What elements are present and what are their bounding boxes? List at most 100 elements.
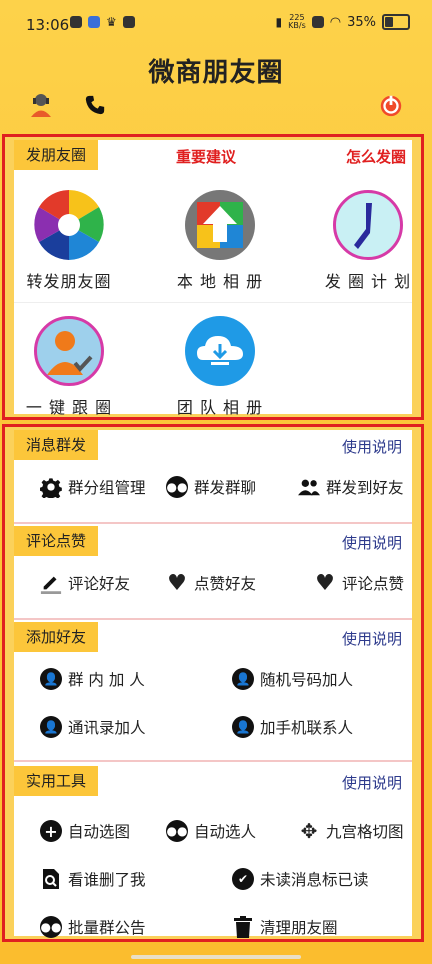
divider — [14, 522, 412, 524]
team-album-label: 团 队 相 册 — [176, 398, 264, 417]
mark-read-label: 未读消息标已读 — [260, 871, 369, 889]
comment-like-button[interactable]: ♥ 评论点赞 — [314, 570, 405, 596]
sim-icon — [311, 16, 324, 28]
net-speed-unit: KB/s — [288, 21, 306, 30]
move-arrows-icon: ✥ — [300, 819, 318, 843]
comments-help-link[interactable]: 使用说明 — [342, 532, 402, 553]
who-deleted-me-label: 看谁删了我 — [68, 871, 146, 889]
add-from-group-button[interactable]: 👤 群 内 加 人 — [40, 668, 145, 690]
notification-icons: ♛ — [70, 16, 135, 28]
app-notification-icon — [122, 16, 135, 28]
random-number-add-label: 随机号码加人 — [260, 671, 354, 689]
add-from-group-label: 群 内 加 人 — [68, 671, 145, 689]
mark-read-button[interactable]: ✔ 未读消息标已读 — [232, 868, 369, 890]
auto-select-image-button[interactable]: + 自动选图 — [40, 820, 130, 842]
clean-moments-button[interactable]: 清理朋友圈 — [232, 916, 338, 938]
add-from-contacts-label: 通讯录加人 — [68, 719, 146, 737]
section-tag-messaging: 消息群发 — [14, 430, 99, 460]
divider — [14, 302, 412, 303]
auto-select-people-button[interactable]: ●● 自动选人 — [166, 820, 256, 842]
people-circle-icon: ●● — [166, 820, 188, 842]
one-click-follow-label: 一 键 跟 圈 — [25, 398, 113, 417]
how-to-post-link[interactable]: 怎么发圈 — [346, 146, 406, 167]
auto-select-people-label: 自动选人 — [194, 823, 257, 841]
group-chat-broadcast-label: 群发群聊 — [194, 479, 257, 497]
who-deleted-me-button[interactable]: 看谁删了我 — [40, 868, 146, 890]
page-title: 微商朋友圈 — [148, 58, 284, 88]
one-click-follow-button[interactable]: 一 键 跟 圈 — [9, 316, 129, 418]
section-tag-tools: 实用工具 — [14, 766, 99, 796]
clock-icon — [333, 190, 403, 260]
status-time: 13:06 — [26, 16, 70, 34]
team-album-button[interactable]: 团 队 相 册 — [160, 316, 280, 418]
important-advice-link[interactable]: 重要建议 — [176, 146, 236, 167]
doc-search-icon — [40, 868, 62, 890]
auto-select-image-label: 自动选图 — [68, 823, 131, 841]
post-plan-label: 发 圈 计 划 — [324, 272, 412, 291]
power-icon[interactable] — [378, 92, 404, 118]
post-plan-button[interactable]: 发 圈 计 划 — [308, 190, 428, 292]
pencil-icon — [40, 572, 62, 594]
plus-circle-icon: + — [40, 820, 62, 842]
tools-help-link[interactable]: 使用说明 — [342, 772, 402, 793]
home-indicator[interactable] — [131, 955, 301, 959]
divider — [14, 760, 412, 762]
app-notification-icon — [70, 16, 82, 28]
user-check-icon — [34, 316, 104, 386]
comment-friends-button[interactable]: 评论好友 — [40, 572, 130, 594]
cloud-download-icon — [185, 316, 255, 386]
section-tag-comments: 评论点赞 — [14, 526, 99, 556]
user-circle-icon: 👤 — [232, 668, 254, 690]
nine-grid-cut-label: 九宫格切图 — [326, 823, 404, 841]
nine-grid-cut-button[interactable]: ✥ 九宫格切图 — [298, 819, 404, 843]
heart-icon: ♥ — [315, 570, 335, 596]
friends-help-link[interactable]: 使用说明 — [342, 628, 402, 649]
add-phone-contacts-label: 加手机联系人 — [260, 719, 354, 737]
comment-friends-label: 评论好友 — [68, 575, 131, 593]
upload-photo-icon — [185, 190, 255, 260]
user-circle-icon: 👤 — [232, 716, 254, 738]
random-number-add-button[interactable]: 👤 随机号码加人 — [232, 668, 353, 690]
group-chat-broadcast-button[interactable]: ●● 群发群聊 — [166, 476, 256, 498]
heart-icon: ♥ — [167, 570, 187, 596]
user-circle-icon: 👤 — [40, 668, 62, 690]
status-bar: 13:06 ♛ ▮ 225 KB/s ◠ 35% — [0, 0, 432, 48]
trash-icon — [232, 916, 254, 938]
clean-moments-label: 清理朋友圈 — [260, 919, 338, 937]
forward-moments-button[interactable]: 转发朋友圈 — [9, 190, 129, 292]
add-phone-contacts-button[interactable]: 👤 加手机联系人 — [232, 716, 353, 738]
group-management-button[interactable]: 群分组管理 — [40, 476, 146, 498]
crown-icon: ♛ — [106, 15, 117, 29]
local-album-label: 本 地 相 册 — [176, 272, 264, 291]
local-album-button[interactable]: 本 地 相 册 — [160, 190, 280, 292]
section-tag-friends: 添加好友 — [14, 622, 99, 652]
forward-moments-label: 转发朋友圈 — [26, 272, 112, 291]
post-moments-panel: 发朋友圈 重要建议 怎么发圈 转发朋友圈 本 地 相 册 发 圈 计 划 一 键… — [2, 134, 424, 420]
like-friends-label: 点赞好友 — [194, 575, 257, 593]
group-management-label: 群分组管理 — [68, 479, 146, 497]
check-badge-icon: ✔ — [232, 868, 254, 890]
divider — [14, 618, 412, 620]
network-speed: 225 KB/s — [288, 14, 306, 30]
phone-icon[interactable] — [82, 92, 108, 118]
like-friends-button[interactable]: ♥ 点赞好友 — [166, 570, 257, 596]
group-dots-icon: ●● — [166, 476, 188, 498]
gear-icon — [40, 476, 62, 498]
section-tag-post: 发朋友圈 — [14, 140, 99, 170]
broadcast-friends-button[interactable]: 群发到好友 — [298, 476, 404, 498]
batch-group-notice-label: 批量群公告 — [68, 919, 146, 937]
tools-panel: 消息群发 使用说明 群分组管理 ●● 群发群聊 群发到好友 评论点赞 使用说明 — [2, 424, 424, 942]
camera-shutter-icon — [34, 190, 104, 260]
people-icon — [298, 476, 320, 498]
add-from-contacts-button[interactable]: 👤 通讯录加人 — [40, 716, 146, 738]
battery-icon — [382, 14, 410, 30]
wifi-icon: ◠ — [329, 14, 342, 30]
user-circle-icon: 👤 — [40, 716, 62, 738]
battery-percent: 35% — [347, 14, 376, 30]
comment-like-label: 评论点赞 — [342, 575, 405, 593]
batch-group-notice-button[interactable]: ●● 批量群公告 — [40, 916, 146, 938]
app-notification-icon — [88, 16, 100, 28]
service-agent-icon[interactable] — [28, 92, 54, 118]
group-dots-icon: ●● — [40, 916, 62, 938]
messaging-help-link[interactable]: 使用说明 — [342, 436, 402, 457]
